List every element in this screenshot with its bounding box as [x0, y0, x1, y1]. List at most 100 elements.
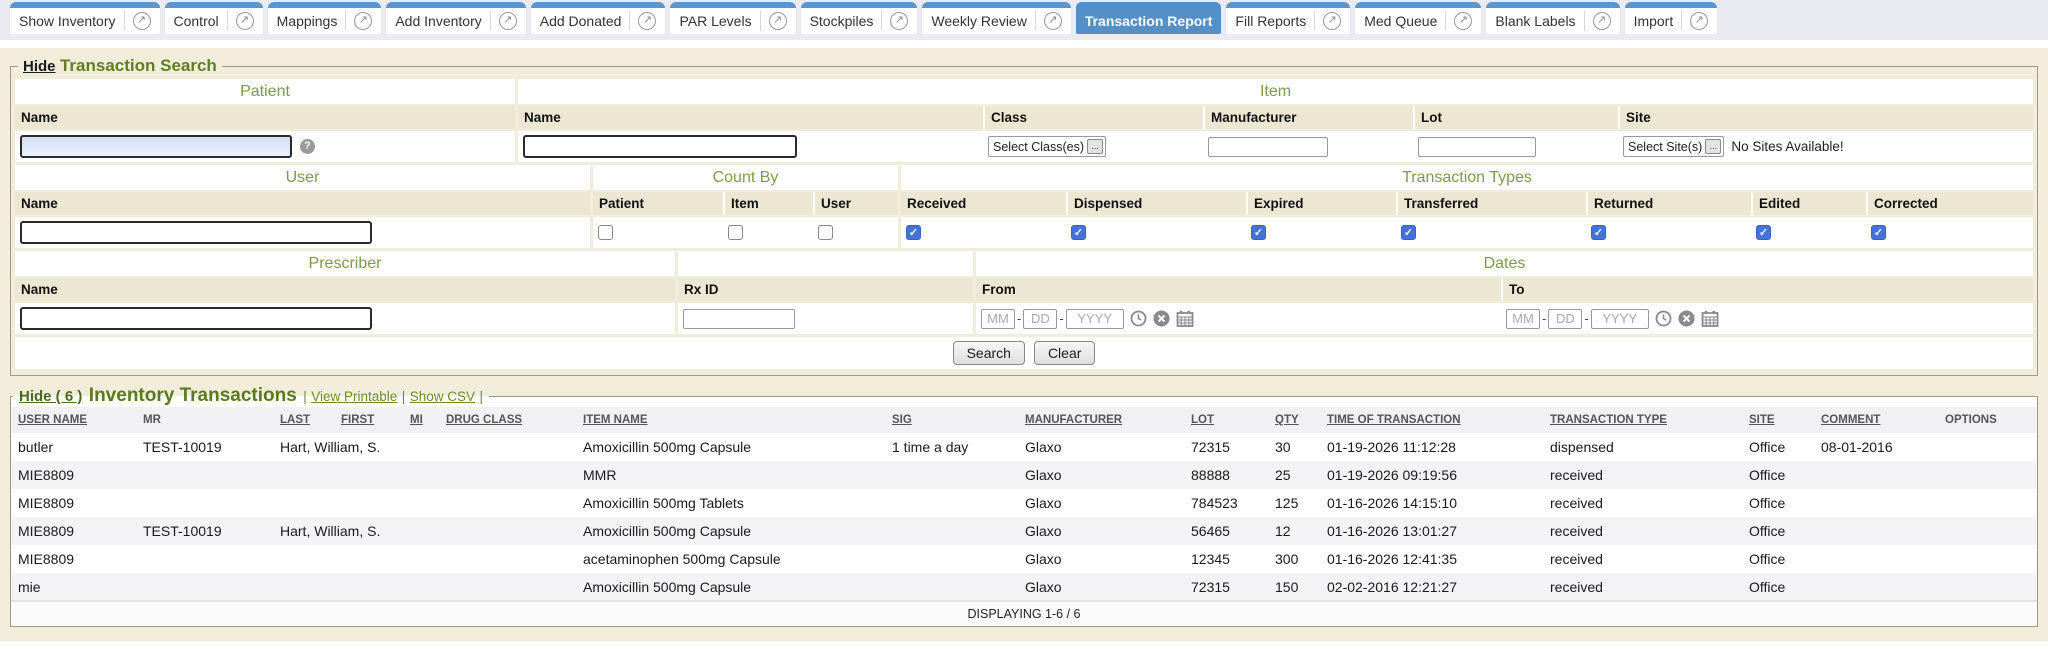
- tab-par-levels[interactable]: PAR Levels↗: [670, 2, 795, 34]
- hide-search-link[interactable]: Hide: [23, 58, 56, 75]
- open-new-window-icon[interactable]: ↗: [354, 12, 372, 30]
- tab-add-donated[interactable]: Add Donated↗: [531, 2, 666, 34]
- tab-label: Weekly Review: [931, 13, 1026, 29]
- cell-qty: 12: [1268, 517, 1320, 545]
- cell-manufacturer: Glaxo: [1018, 461, 1184, 489]
- open-new-window-icon[interactable]: ↗: [236, 12, 254, 30]
- column-header-first[interactable]: FIRST: [334, 407, 403, 433]
- to-day-input[interactable]: [1548, 309, 1582, 329]
- tab-show-inventory[interactable]: Show Inventory↗: [10, 2, 160, 34]
- tab-import[interactable]: Import↗: [1625, 2, 1718, 34]
- tab-weekly-review[interactable]: Weekly Review ↗: [922, 2, 1070, 34]
- cell-site: Office: [1742, 517, 1814, 545]
- column-header-qty[interactable]: QTY: [1268, 407, 1320, 433]
- tab-transaction-report[interactable]: Transaction Report: [1076, 2, 1222, 34]
- type-checkbox-returned[interactable]: ✓: [1591, 225, 1606, 240]
- from-day-input[interactable]: [1023, 309, 1057, 329]
- cell-comment: [1814, 517, 1938, 545]
- class-select-ellipsis-button[interactable]: ...: [1087, 139, 1103, 154]
- cell-user-name: MIE8809: [11, 461, 136, 489]
- site-select-ellipsis-button[interactable]: ...: [1705, 139, 1721, 154]
- help-icon[interactable]: ?: [300, 139, 315, 154]
- item-name-input[interactable]: [523, 135, 797, 158]
- column-header-manufacturer[interactable]: MANUFACTURER: [1018, 407, 1184, 433]
- class-select[interactable]: Select Class(es) ...: [988, 136, 1106, 157]
- site-select[interactable]: Select Site(s) ...: [1623, 136, 1724, 157]
- to-clear-icon[interactable]: [1678, 310, 1695, 327]
- open-new-window-icon[interactable]: ↗: [1454, 12, 1472, 30]
- type-checkbox-received[interactable]: ✓: [906, 225, 921, 240]
- cell-sig: [885, 461, 1018, 489]
- open-new-window-icon[interactable]: ↗: [499, 12, 517, 30]
- search-button[interactable]: Search: [953, 341, 1025, 365]
- tab-mappings[interactable]: Mappings↗: [268, 2, 382, 34]
- to-year-input[interactable]: [1591, 309, 1649, 329]
- transaction-row: MIE8809MMRGlaxo888882501-19-2026 09:19:5…: [11, 461, 2037, 489]
- rx-id-input[interactable]: [683, 309, 795, 329]
- open-new-window-icon[interactable]: ↗: [890, 12, 908, 30]
- open-new-window-icon[interactable]: ↗: [769, 12, 787, 30]
- column-header-item-name[interactable]: ITEM NAME: [576, 407, 885, 433]
- from-time-icon[interactable]: [1130, 310, 1147, 327]
- view-printable-link[interactable]: View Printable: [311, 389, 397, 404]
- column-header-time-of-transaction[interactable]: TIME OF TRANSACTION: [1320, 407, 1543, 433]
- clear-button[interactable]: Clear: [1034, 341, 1095, 365]
- cell-item-name: acetaminophen 500mg Capsule: [576, 545, 885, 573]
- count-by-checkbox-item[interactable]: [728, 225, 743, 240]
- show-csv-link[interactable]: Show CSV: [410, 389, 475, 404]
- cell-lot: 72315: [1184, 433, 1268, 461]
- type-checkbox-expired[interactable]: ✓: [1251, 225, 1266, 240]
- tab-med-queue[interactable]: Med Queue↗: [1355, 2, 1481, 34]
- patient-name-input[interactable]: [20, 135, 292, 158]
- cell-options: [1938, 573, 2037, 601]
- column-header-sig[interactable]: SIG: [885, 407, 1018, 433]
- tab-control[interactable]: Control↗: [165, 2, 263, 34]
- open-new-window-icon[interactable]: ↗: [1593, 12, 1611, 30]
- from-clear-icon[interactable]: [1153, 310, 1170, 327]
- type-checkbox-transferred[interactable]: ✓: [1401, 225, 1416, 240]
- open-new-window-icon[interactable]: ↗: [1690, 12, 1708, 30]
- column-header-lot[interactable]: LOT: [1184, 407, 1268, 433]
- user-name-input[interactable]: [20, 221, 372, 244]
- to-calendar-icon[interactable]: [1701, 310, 1719, 327]
- column-header-site[interactable]: SITE: [1742, 407, 1814, 433]
- to-month-input[interactable]: [1506, 309, 1540, 329]
- lot-input[interactable]: [1418, 137, 1536, 157]
- cell-time: 01-16-2026 14:15:10: [1320, 489, 1543, 517]
- tab-blank-labels[interactable]: Blank Labels↗: [1486, 2, 1619, 34]
- column-header-mi[interactable]: MI: [403, 407, 439, 433]
- patient-name-label: Name: [15, 106, 515, 129]
- hide-results-link[interactable]: Hide ( 6 ): [19, 388, 82, 405]
- cell-drug-class: [439, 433, 576, 461]
- cell-item-name: MMR: [576, 461, 885, 489]
- column-header-comment[interactable]: COMMENT: [1814, 407, 1938, 433]
- to-time-icon[interactable]: [1655, 310, 1672, 327]
- cell-comment: [1814, 461, 1938, 489]
- open-new-window-icon[interactable]: ↗: [638, 12, 656, 30]
- cell-time: 01-19-2026 11:12:28: [1320, 433, 1543, 461]
- prescriber-name-input[interactable]: [20, 307, 372, 330]
- count-by-checkbox-patient[interactable]: [598, 225, 613, 240]
- from-month-input[interactable]: [981, 309, 1015, 329]
- cell-lot: 56465: [1184, 517, 1268, 545]
- results-title: Inventory Transactions: [89, 385, 297, 406]
- tab-add-inventory[interactable]: Add Inventory↗: [386, 2, 525, 34]
- type-checkbox-dispensed[interactable]: ✓: [1071, 225, 1086, 240]
- manufacturer-input[interactable]: [1208, 137, 1328, 157]
- column-header-drug-class[interactable]: DRUG CLASS: [439, 407, 576, 433]
- count-by-checkbox-user[interactable]: [818, 225, 833, 240]
- open-new-window-icon[interactable]: ↗: [1323, 12, 1341, 30]
- type-checkbox-edited[interactable]: ✓: [1756, 225, 1771, 240]
- open-new-window-icon[interactable]: ↗: [1044, 12, 1062, 30]
- from-calendar-icon[interactable]: [1176, 310, 1194, 327]
- open-new-window-icon[interactable]: ↗: [133, 12, 151, 30]
- cell-user-name: MIE8809: [11, 545, 136, 573]
- cell-sig: [885, 545, 1018, 573]
- column-header-last[interactable]: LAST: [273, 407, 334, 433]
- column-header-user-name[interactable]: USER NAME: [11, 407, 136, 433]
- tab-stockpiles[interactable]: Stockpiles↗: [801, 2, 918, 34]
- column-header-transaction-type[interactable]: TRANSACTION TYPE: [1543, 407, 1742, 433]
- type-checkbox-corrected[interactable]: ✓: [1871, 225, 1886, 240]
- from-year-input[interactable]: [1066, 309, 1124, 329]
- tab-fill-reports[interactable]: Fill Reports↗: [1226, 2, 1350, 34]
